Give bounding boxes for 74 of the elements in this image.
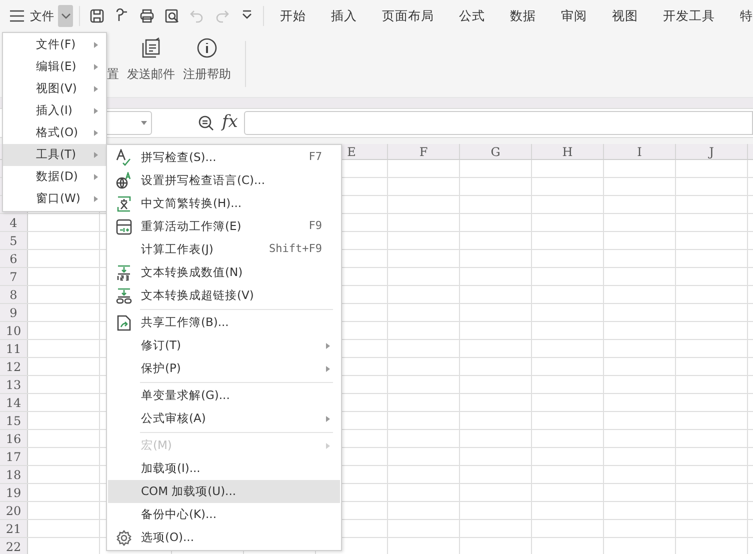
number-icon bbox=[115, 264, 133, 282]
menu-icon bbox=[10, 10, 24, 22]
menu-item[interactable]: 视图(V) bbox=[3, 78, 106, 100]
menu-item[interactable]: 窗口(W) bbox=[3, 188, 106, 210]
zoom-icon[interactable] bbox=[198, 115, 214, 131]
submenu-arrow-icon bbox=[94, 42, 98, 48]
submenu-item[interactable]: 单变量求解(G)... bbox=[108, 384, 340, 407]
submenu-item[interactable]: 共享工作簿(B)... bbox=[108, 311, 340, 334]
submenu-item[interactable]: COM 加载项(U)... bbox=[108, 480, 340, 503]
ribbon-tab[interactable]: 插入 bbox=[330, 6, 357, 26]
globe-icon bbox=[115, 172, 133, 190]
caret-icon bbox=[141, 121, 147, 125]
submenu-arrow-icon bbox=[94, 130, 98, 136]
shortcut-label: F7 bbox=[308, 149, 322, 166]
submenu-arrow-icon bbox=[94, 152, 98, 158]
menu-item[interactable]: 数据(D) bbox=[3, 166, 106, 188]
menu-item[interactable]: 插入(I) bbox=[3, 100, 106, 122]
submenu-item[interactable]: 公式审核(A) bbox=[108, 407, 340, 430]
fx-label[interactable]: fx bbox=[222, 110, 238, 136]
submenu-item[interactable]: 文本转换成超链接(V) bbox=[108, 284, 340, 307]
menu-item[interactable]: 工具(T) bbox=[3, 144, 106, 166]
ribbon-tab[interactable]: 视图 bbox=[612, 6, 638, 26]
submenu-item[interactable]: 计算工作表(J) Shift+F9 bbox=[108, 238, 340, 261]
submenu-arrow-icon bbox=[94, 64, 98, 70]
sheet-icon bbox=[115, 218, 133, 236]
submenu-item[interactable]: 文本转换成数值(N) bbox=[108, 261, 340, 284]
submenu-item[interactable]: 拼写检查(S)... F7 bbox=[108, 146, 340, 169]
shortcut-label: F9 bbox=[308, 218, 322, 234]
preview-icon[interactable] bbox=[164, 8, 180, 24]
column-header[interactable]: J bbox=[709, 144, 714, 160]
column-header[interactable]: E bbox=[347, 144, 356, 160]
chevron-down-icon bbox=[60, 13, 71, 19]
submenu-item[interactable]: 加载项(I)... bbox=[108, 457, 340, 480]
dropdown-button[interactable] bbox=[58, 5, 74, 27]
save-icon[interactable] bbox=[89, 8, 106, 24]
ribbon-tab[interactable]: 审阅 bbox=[560, 6, 587, 26]
ribbon-tab[interactable]: 开发工具 bbox=[662, 6, 715, 26]
ribbon-tab[interactable]: 数据 bbox=[510, 6, 536, 26]
submenu-item[interactable]: 重算活动工作簿(E) F9 bbox=[108, 215, 340, 238]
ribbon-button[interactable]: 发送邮件 bbox=[127, 37, 175, 83]
ribbon-button[interactable]: 注册帮助 bbox=[183, 37, 231, 83]
ribbon-tab[interactable]: 公式 bbox=[458, 6, 485, 26]
submenu-arrow-icon bbox=[94, 86, 98, 92]
send-document-icon bbox=[140, 37, 162, 59]
menu-item[interactable]: 格式(O) bbox=[3, 122, 106, 144]
submenu-arrow-icon bbox=[94, 196, 98, 202]
ribbon-button[interactable]: 置 bbox=[107, 65, 119, 83]
gear-icon bbox=[115, 528, 133, 546]
ribbon-tab[interactable]: 特 bbox=[740, 6, 753, 26]
column-header[interactable]: H bbox=[562, 144, 573, 160]
menu-item[interactable]: 编辑(E) bbox=[3, 56, 106, 78]
submenu-arrow-icon bbox=[94, 174, 98, 180]
formula-input[interactable] bbox=[244, 111, 753, 135]
shortcut-label: Shift+F9 bbox=[269, 241, 322, 258]
print-icon[interactable] bbox=[139, 8, 156, 24]
link-icon bbox=[115, 286, 133, 304]
submenu-item[interactable]: 选项(O)... bbox=[108, 526, 340, 549]
submenu-item[interactable]: 保护(P) bbox=[108, 357, 340, 380]
column-header[interactable]: F bbox=[419, 144, 428, 160]
ribbon-tab[interactable]: 页面布局 bbox=[382, 6, 434, 26]
submenu-arrow-icon bbox=[94, 108, 98, 114]
convert-icon bbox=[115, 194, 133, 212]
menu-item[interactable]: 文件(F) bbox=[3, 34, 106, 56]
submenu-item[interactable]: 中文简繁转换(H)... bbox=[108, 192, 340, 215]
info-icon bbox=[196, 37, 218, 59]
submenu-item[interactable]: 修订(T) bbox=[108, 334, 340, 357]
column-header[interactable]: I bbox=[637, 144, 642, 160]
submenu-item[interactable]: 备份中心(K)... bbox=[108, 503, 340, 526]
app-menu-button[interactable]: 文件 bbox=[10, 7, 54, 25]
submenu-item[interactable]: 设置拼写检查语言(C)... bbox=[108, 169, 340, 192]
column-header[interactable]: G bbox=[490, 144, 500, 160]
spellcheck-icon bbox=[115, 148, 133, 166]
ribbon-tab[interactable]: 开始 bbox=[280, 6, 306, 26]
share-document-icon bbox=[115, 314, 133, 332]
